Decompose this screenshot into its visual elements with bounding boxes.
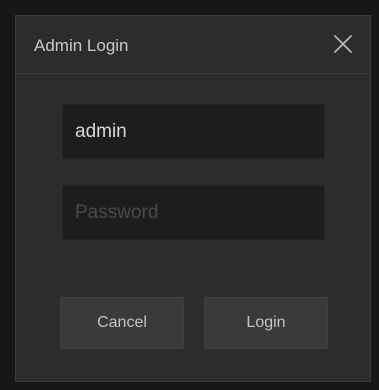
close-button[interactable] [332, 33, 354, 55]
close-icon [334, 35, 352, 53]
dialog-header: Admin Login [16, 16, 370, 74]
login-button[interactable]: Login [204, 297, 328, 349]
password-input[interactable] [62, 185, 325, 240]
admin-login-dialog: Admin Login Cancel Login [15, 15, 371, 382]
username-input[interactable] [62, 104, 325, 159]
cancel-button[interactable]: Cancel [60, 297, 184, 349]
dialog-title: Admin Login [34, 36, 129, 55]
